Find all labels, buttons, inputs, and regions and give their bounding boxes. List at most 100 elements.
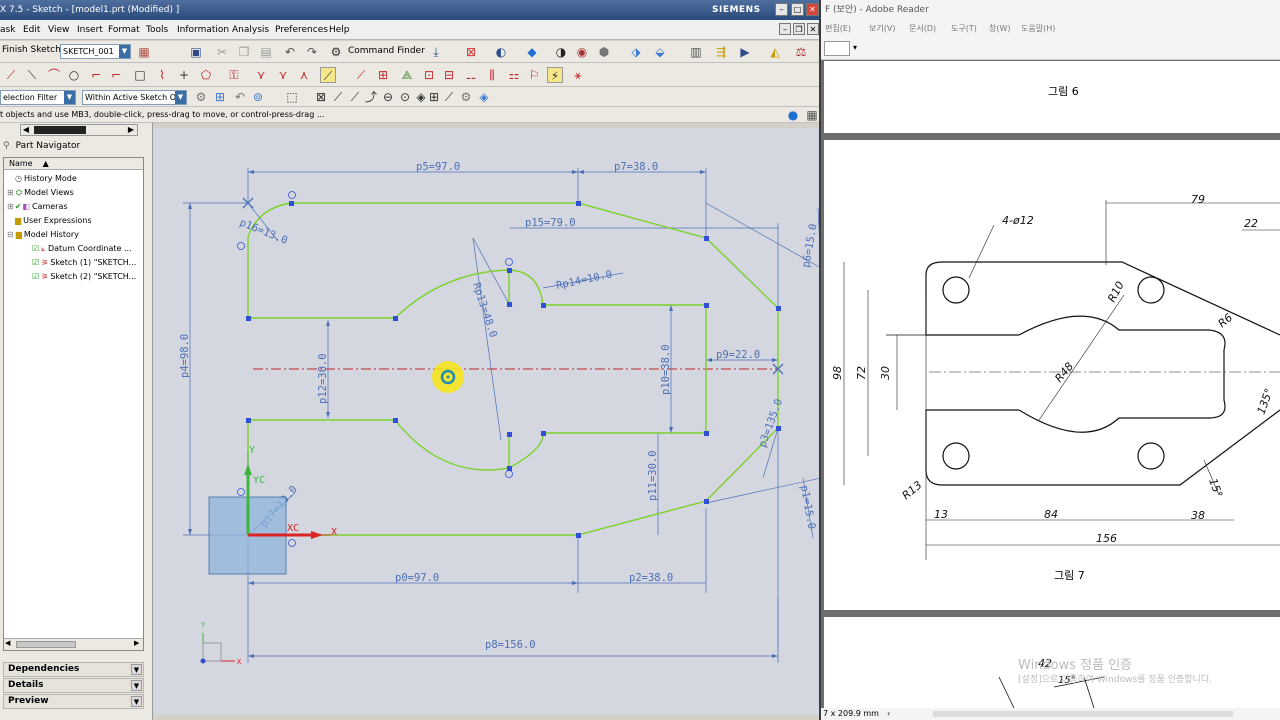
tree-item-sketch-1[interactable]: ☑ ⚞ Sketch (1) "SKETCH... [32, 256, 136, 269]
tree-horizontal-scrollbar[interactable]: ◀ ▶ [4, 638, 143, 650]
navigator-scroll-thumb[interactable] [34, 126, 86, 134]
rotate-view-icon[interactable]: ◐ [493, 44, 509, 60]
menu-edit[interactable]: Edit [23, 20, 40, 40]
convert-reference-icon[interactable]: ⫼ [484, 67, 500, 83]
tree-item-model-history[interactable]: ⊟ ▆ Model History [7, 228, 79, 241]
constraint-icon[interactable]: ⟋ [353, 67, 369, 83]
shaded-view-icon[interactable]: ◆ [524, 44, 540, 60]
zoom-input[interactable] [824, 41, 850, 56]
menu-insert[interactable]: Insert [77, 20, 103, 40]
rect-select-icon[interactable]: ⬚ [284, 89, 300, 105]
section-view-icon[interactable]: ◉ [574, 44, 590, 60]
reader-menu-window[interactable]: 창(W) [989, 20, 1011, 38]
select-tool-icon[interactable]: ⤓ [428, 44, 444, 60]
reader-horizontal-scrollbar[interactable] [933, 711, 1233, 717]
name-column-header[interactable]: Name ▲ [4, 158, 143, 170]
arc-icon[interactable]: ⌒ [46, 67, 62, 83]
hide-icon[interactable]: ⬢ [596, 44, 612, 60]
endpoint-snap-icon[interactable]: ⊠ [313, 89, 329, 105]
chamfer-icon[interactable]: ⌐ [108, 67, 124, 83]
midpoint-snap-icon[interactable]: ⟋ [330, 89, 346, 105]
select-all-icon[interactable]: ⊚ [250, 89, 266, 105]
point-on-face-snap-icon[interactable]: ⟋ [441, 89, 457, 105]
rectangle-icon[interactable]: □ [132, 67, 148, 83]
menu-analysis[interactable]: Analysis [232, 20, 269, 40]
measure-icon[interactable]: ◭ [767, 44, 783, 60]
rapid-dimension-icon[interactable]: ⟋ [320, 67, 336, 83]
fillet-icon[interactable]: ⌐ [88, 67, 104, 83]
tree-item-model-views[interactable]: ⊞ ⛭ Model Views [7, 186, 74, 199]
trim-icon[interactable]: ⋎ [253, 67, 269, 83]
reader-menu-document[interactable]: 문서(D) [909, 20, 936, 38]
control-point-snap-icon[interactable]: ⟋ [347, 89, 363, 105]
snap-point-icon[interactable]: ⊞ [212, 89, 228, 105]
analysis-icon[interactable]: ⚖ [793, 44, 809, 60]
snap-icon[interactable]: ⇶ [713, 44, 729, 60]
pattern-icon[interactable]: ⚏ [506, 67, 522, 83]
reader-menu-help[interactable]: 도움말(H) [1021, 20, 1055, 38]
copy-icon[interactable]: ❐ [236, 44, 252, 60]
scroll-right-icon[interactable]: ▶ [126, 125, 136, 135]
animate-dimension-icon[interactable]: ⚋ [463, 67, 479, 83]
tree-scroll-thumb[interactable] [16, 641, 76, 648]
fix-icon[interactable]: ⚿ [226, 67, 242, 83]
menu-help[interactable]: Help [329, 20, 350, 40]
quadrant-snap-icon[interactable]: ⊙ [397, 89, 413, 105]
tree-item-cameras[interactable]: ⊞✔◧ Cameras [7, 200, 68, 213]
fit-view-icon[interactable]: ⊠ [463, 44, 479, 60]
tree-item-user-expressions[interactable]: ▆ User Expressions [7, 214, 92, 227]
tree-item-datum[interactable]: ☑ ⟀ Datum Coordinate ... [32, 242, 132, 255]
scroll-left-icon[interactable]: ◀ [21, 125, 31, 135]
display-mode-icon[interactable]: ◑ [553, 44, 569, 60]
command-finder-button[interactable]: Command Finder [348, 46, 425, 56]
polygon-icon[interactable]: ⌇ [154, 67, 170, 83]
make-symmetric-icon[interactable]: ⊞ [375, 67, 391, 83]
save-icon[interactable]: ▣ [188, 44, 204, 60]
profile-icon[interactable]: ⟋ [3, 67, 19, 83]
selection-scope-select[interactable]: Within Active Sketch O ▼ [82, 90, 187, 105]
undo-selection-icon[interactable]: ↶ [232, 89, 248, 105]
status-grid-icon[interactable]: ▦ [804, 107, 819, 123]
preview-section[interactable]: Preview ▼ [3, 694, 144, 709]
close-button[interactable]: ✕ [806, 3, 819, 16]
line-icon[interactable]: ⟍ [24, 67, 40, 83]
selection-filter-select[interactable]: election Filter ▼ [0, 90, 76, 105]
undo-icon[interactable]: ↶ [282, 44, 298, 60]
dependencies-section[interactable]: Dependencies ▼ [3, 662, 144, 677]
assembly-icon[interactable]: ▥ [688, 44, 704, 60]
tree-item-sketch-2[interactable]: ☑ ⚞ Sketch (2) "SKETCH... [32, 270, 136, 283]
minimize-button[interactable]: – [775, 3, 788, 16]
infer-constraints-icon[interactable]: ⚡ [547, 67, 563, 83]
menu-tools[interactable]: Tools [146, 20, 168, 40]
details-section[interactable]: Details ▼ [3, 678, 144, 693]
auto-constrain-icon[interactable]: ⊡ [421, 67, 437, 83]
menu-information[interactable]: Information [177, 20, 229, 40]
point-icon[interactable]: + [176, 67, 192, 83]
paste-icon[interactable]: ▤ [258, 44, 274, 60]
reader-menu-tools[interactable]: 도구(T) [951, 20, 977, 38]
reader-menu-view[interactable]: 보기(V) [869, 20, 895, 38]
zoom-dropdown-icon[interactable]: ▾ [853, 43, 857, 52]
mirror-icon[interactable]: ⚐ [526, 67, 542, 83]
intersection-snap-icon[interactable]: ⤴ [363, 89, 379, 105]
reader-menu-edit[interactable]: 편집(E) [825, 20, 851, 38]
filter-icon[interactable]: ⚙ [193, 89, 209, 105]
alt-solution-icon[interactable]: ⊟ [441, 67, 457, 83]
arc-center-snap-icon[interactable]: ⊖ [380, 89, 396, 105]
finish-sketch-button[interactable]: Finish Sketch [2, 45, 61, 55]
orient-view-icon[interactable]: ⬗ [628, 44, 644, 60]
menu-task[interactable]: ask [0, 20, 15, 40]
sketch-name-select[interactable]: SKETCH_001 ▼ [60, 44, 131, 59]
scroll-left-icon[interactable]: ‹ [887, 708, 890, 720]
cut-icon[interactable]: ✂ [214, 44, 230, 60]
clear-snap-icon[interactable]: ⚙ [458, 89, 474, 105]
corner-icon[interactable]: ⋏ [296, 67, 312, 83]
play-icon[interactable]: ▶ [737, 44, 753, 60]
doc-minimize-button[interactable]: – [779, 23, 791, 35]
sketch-settings-icon[interactable]: ⚹ [570, 67, 586, 83]
point-on-curve-snap-icon[interactable]: ⊞ [426, 89, 442, 105]
maximize-button[interactable]: □ [791, 3, 804, 16]
doc-close-button[interactable]: ✕ [807, 23, 819, 35]
menu-preferences[interactable]: Preferences [275, 20, 328, 40]
tree-item-history-mode[interactable]: ◷ History Mode [7, 172, 77, 185]
